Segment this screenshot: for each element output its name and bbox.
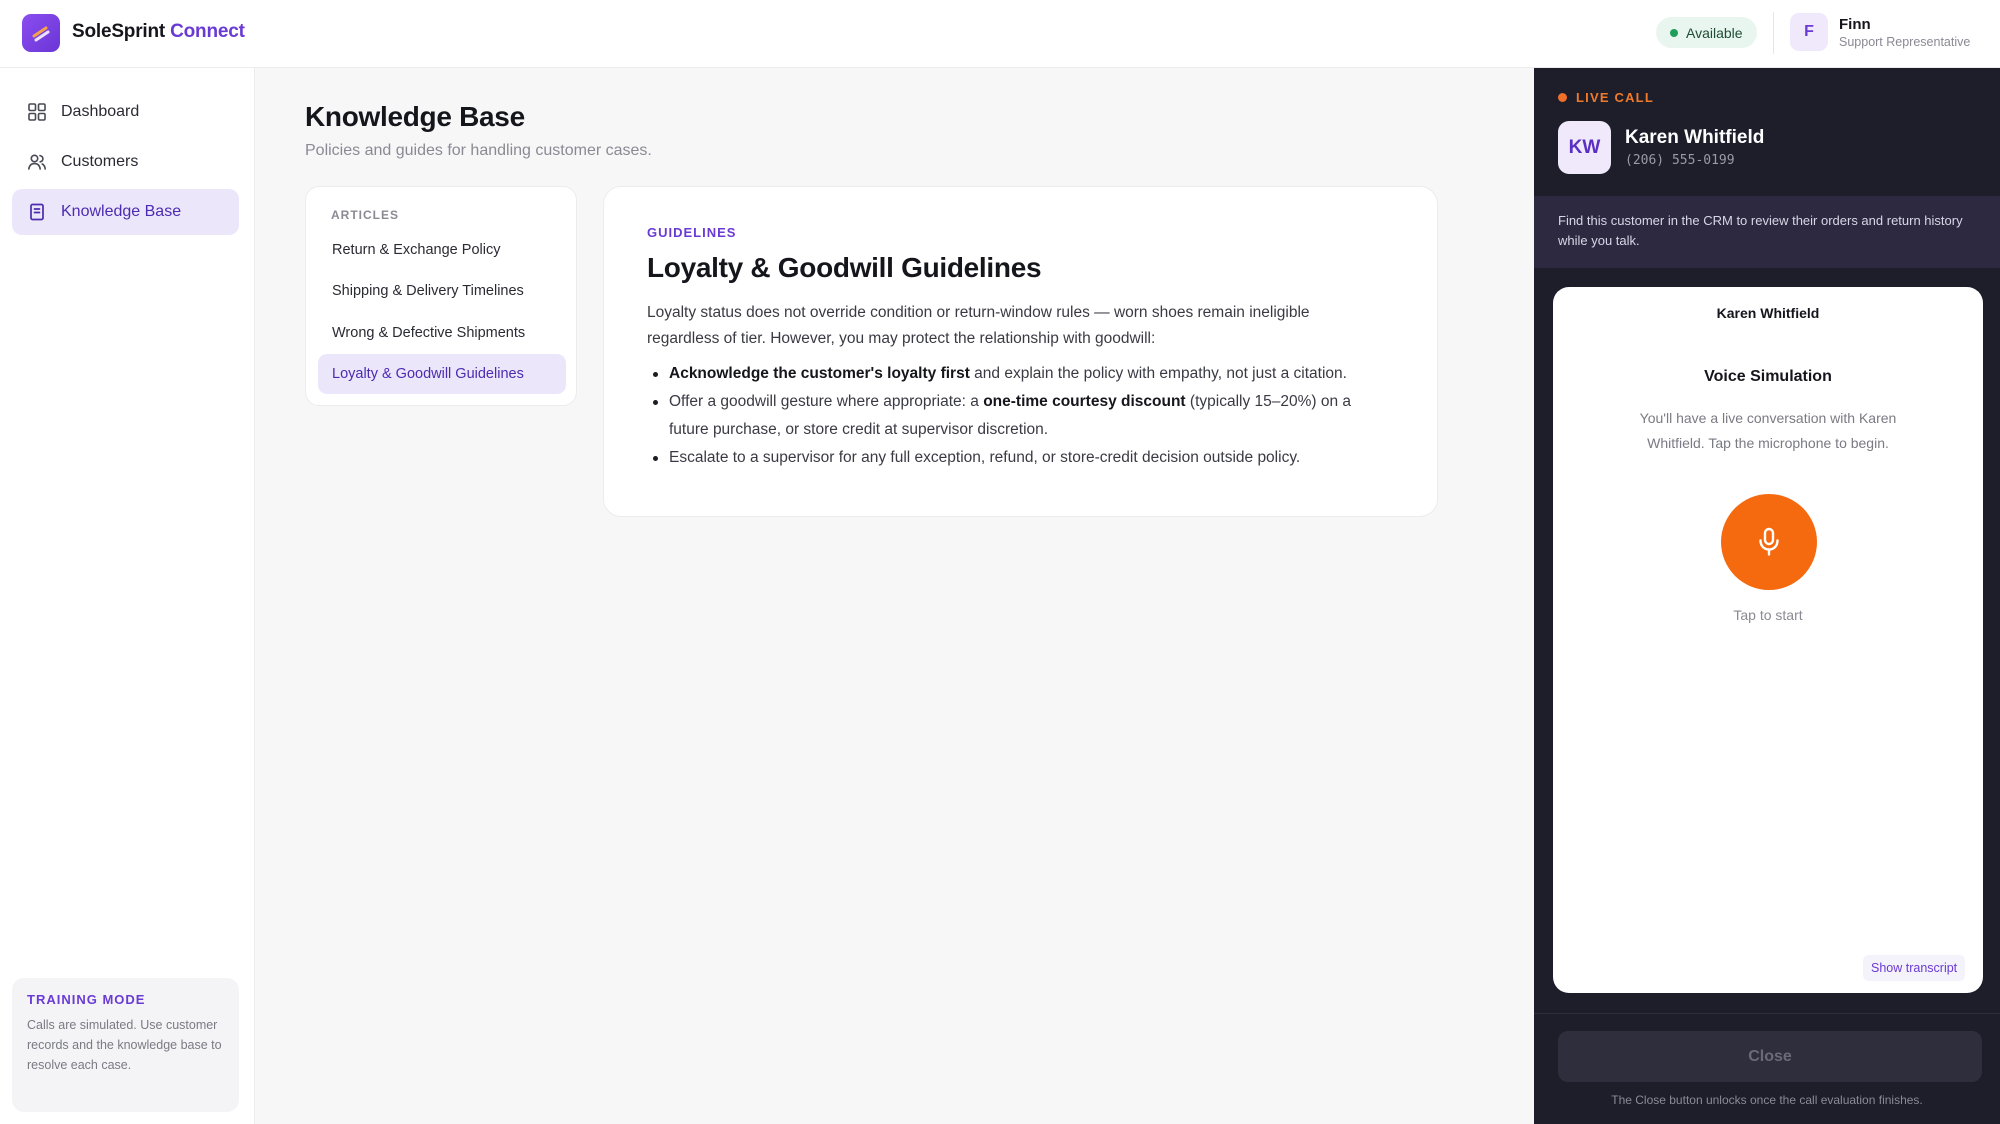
- articles-label: ARTICLES: [331, 208, 399, 222]
- article-bullets: Acknowledge the customer's loyalty first…: [647, 360, 1394, 472]
- users-icon: [28, 154, 46, 170]
- voice-simulation-card: Karen Whitfield Voice Simulation You'll …: [1553, 287, 1983, 993]
- training-mode-title: TRAINING MODE: [27, 992, 146, 1007]
- sim-title: Voice Simulation: [1704, 368, 1832, 385]
- call-hint: Find this customer in the CRM to review …: [1534, 196, 2000, 268]
- article-item-loyalty-goodwill[interactable]: Loyalty & Goodwill Guidelines: [318, 354, 566, 394]
- brand-name[interactable]: SoleSprint Connect: [72, 21, 245, 43]
- sim-caller-name: Karen Whitfield: [1716, 305, 1820, 321]
- top-header: SoleSprint Connect Available F Finn Supp…: [0, 0, 2000, 68]
- article-content: GUIDELINES Loyalty & Goodwill Guidelines…: [603, 186, 1438, 517]
- live-call-label: LIVE CALL: [1558, 90, 1654, 105]
- bullet-text: and explain the policy with empathy, not…: [969, 365, 1347, 382]
- bullet-bold: one-time courtesy discount: [983, 393, 1186, 410]
- user-role: Support Representative: [1839, 35, 1971, 49]
- article-item-wrong-defective[interactable]: Wrong & Defective Shipments: [318, 313, 566, 353]
- caller-phone: (206) 555-0199: [1625, 153, 1735, 168]
- grid-icon: [28, 103, 46, 121]
- show-transcript-button[interactable]: Show transcript: [1863, 955, 1966, 981]
- articles-list: ARTICLES Return & Exchange Policy Shippi…: [305, 186, 577, 406]
- sidebar-item-dashboard[interactable]: Dashboard: [12, 89, 239, 135]
- close-note: The Close button unlocks once the call e…: [1611, 1093, 1923, 1107]
- bullet-text: Offer a goodwill gesture where appropria…: [669, 393, 984, 410]
- live-call-text: LIVE CALL: [1576, 90, 1654, 105]
- status-dot-icon: [1670, 28, 1678, 37]
- user-name: Finn: [1839, 16, 1871, 33]
- bullet-text: Escalate to a supervisor for any full ex…: [669, 449, 1301, 466]
- status-label: Available: [1686, 24, 1743, 41]
- sidebar-item-label: Dashboard: [61, 103, 140, 120]
- microphone-button[interactable]: [1721, 494, 1817, 590]
- list-item: Offer a goodwill gesture where appropria…: [647, 388, 1392, 444]
- caller-name: Karen Whitfield: [1625, 127, 1765, 148]
- page-title: Knowledge Base: [305, 101, 525, 132]
- sim-description: You'll have a live conversation with Kar…: [1639, 410, 1897, 451]
- sidebar-item-label: Customers: [61, 153, 139, 170]
- live-dot-icon: [1558, 93, 1567, 102]
- availability-status-badge[interactable]: Available: [1656, 17, 1757, 48]
- page-subtitle: Policies and guides for handling custome…: [305, 142, 652, 159]
- list-item: Acknowledge the customer's loyalty first…: [647, 360, 1392, 388]
- article-item-return-exchange[interactable]: Return & Exchange Policy: [318, 230, 566, 270]
- header-divider: [1773, 12, 1774, 54]
- brand-accent: Connect: [170, 21, 245, 42]
- article-intro: Loyalty status does not override conditi…: [647, 304, 1310, 347]
- caller-avatar: KW: [1558, 121, 1611, 174]
- close-call-button[interactable]: Close: [1558, 1031, 1982, 1082]
- article-tag: GUIDELINES: [647, 225, 737, 240]
- brand-main: SoleSprint: [72, 21, 166, 42]
- microphone-icon: [1759, 527, 1779, 556]
- article-item-shipping-delivery[interactable]: Shipping & Delivery Timelines: [318, 271, 566, 311]
- sidebar-item-knowledge-base[interactable]: Knowledge Base: [12, 189, 239, 235]
- sidebar: Dashboard Customers Knowledge Base TRAIN…: [0, 68, 255, 1124]
- training-mode-note: TRAINING MODE Calls are simulated. Use c…: [12, 978, 239, 1112]
- sidebar-item-label: Knowledge Base: [61, 203, 182, 220]
- list-item: Escalate to a supervisor for any full ex…: [647, 444, 1392, 472]
- book-icon: [30, 203, 44, 221]
- bullet-bold: Acknowledge the customer's loyalty first: [669, 365, 970, 382]
- user-avatar[interactable]: F: [1790, 13, 1828, 51]
- live-call-panel: LIVE CALL KW Karen Whitfield (206) 555-0…: [1534, 68, 2000, 1124]
- app-logo-icon[interactable]: [22, 14, 60, 52]
- tap-to-start-label: Tap to start: [1733, 607, 1803, 623]
- article-title: Loyalty & Goodwill Guidelines: [647, 252, 1042, 283]
- training-mode-text: Calls are simulated. Use customer record…: [27, 1018, 222, 1072]
- sidebar-item-customers[interactable]: Customers: [12, 139, 239, 185]
- panel-divider: [1534, 1013, 2000, 1014]
